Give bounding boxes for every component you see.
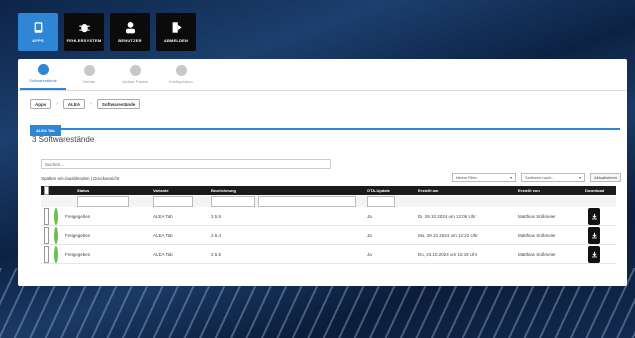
cell-created: Do, 24.10.2024 um 15:15 Uhr (418, 252, 478, 257)
page-title: 3 Softwarestände (32, 135, 95, 144)
sub-tabs: Softwarestände Geräte Update Pakete Konf… (18, 59, 627, 91)
filter-select[interactable]: Meine Filter ▾ (452, 173, 517, 182)
filter-select-value: Meine Filter (456, 175, 477, 180)
breadcrumb-softwarestaende[interactable]: Softwarestände (96, 99, 141, 109)
nav-apps-button[interactable]: APPS (18, 13, 58, 51)
gear-icon (175, 65, 187, 76)
cell-bezeichnung: 2.5.4 (211, 233, 222, 238)
user-icon (125, 22, 135, 34)
nav-abmelden-button[interactable]: ABMELDEN (156, 13, 196, 51)
bezeichnung-filter-select[interactable] (211, 196, 255, 207)
cell-status: Freigegeben (65, 214, 91, 219)
bezeichnung-filter-input[interactable] (258, 196, 356, 207)
cell-ota: Ja (367, 214, 372, 219)
download-icon[interactable] (588, 246, 600, 263)
checkbox[interactable] (44, 208, 49, 225)
breadcrumb-apps[interactable]: Apps (30, 99, 52, 109)
cell-variante: ALEA Tab (153, 233, 173, 238)
nav-benutzer-button[interactable]: BENUTZER (110, 13, 150, 51)
subtab-label: Softwarestände (29, 78, 57, 83)
col-download: Download (585, 188, 605, 193)
nav-fehlersystem-button[interactable]: FEHLERSYSTEM (64, 13, 104, 51)
subtab-konfiguration[interactable]: Konfiguration (158, 59, 204, 90)
checkbox[interactable] (44, 186, 49, 195)
chevron-down-icon: ▾ (579, 175, 582, 180)
table-header: Status Variante Bezeichnung OTA-Update E… (41, 186, 616, 195)
app-window: APPS FEHLERSYSTEM BENUTZER ABMELDEN Soft… (10, 8, 627, 330)
status-filter[interactable] (77, 196, 129, 207)
status-indicator-icon (54, 246, 58, 263)
col-ota-update[interactable]: OTA-Update (367, 186, 390, 195)
nav-fehlersystem-label: FEHLERSYSTEM (66, 38, 102, 43)
status-filter-select[interactable] (77, 196, 129, 207)
bezeichnung-filter-text[interactable] (258, 196, 356, 207)
nav-benutzer-label: BENUTZER (118, 38, 142, 43)
main-panel: Softwarestände Geräte Update Pakete Konf… (18, 59, 627, 286)
sort-select-value: Sortieren nach... (525, 175, 555, 180)
col-erstellt-am[interactable]: Erstellt am (418, 186, 438, 195)
cell-created: Mo, 28.10.2024 um 12:22 Uhr (418, 233, 478, 238)
table-row[interactable]: Freigegeben ALEA Tab 2.5.5 Ja Do, 24.10.… (41, 246, 616, 264)
breadcrumb-alea[interactable]: ALEA (62, 99, 86, 109)
variante-filter-select[interactable] (153, 196, 193, 207)
search-input[interactable]: Suchen... (41, 159, 331, 169)
cell-variante: ALEA Tab (153, 252, 173, 257)
chevron-right-icon: › (90, 101, 92, 107)
logout-icon (172, 22, 182, 33)
cell-bezeichnung: 2.5.5 (211, 252, 222, 257)
content-tabbar: ALEA Tab (30, 119, 620, 136)
variante-filter[interactable] (153, 196, 193, 207)
package-icon (129, 65, 141, 76)
cell-status: Freigegeben (65, 233, 91, 238)
col-variante[interactable]: Variante (153, 186, 169, 195)
download-icon[interactable] (588, 208, 600, 225)
cell-variante: ALEA Tab (153, 214, 173, 219)
download-icon[interactable] (588, 227, 600, 244)
col-erstellt-von[interactable]: Erstellt von (518, 186, 540, 195)
device-icon (83, 65, 95, 76)
cell-author: Matthias Süßmeier (518, 252, 556, 257)
subtab-label: Update Pakete (121, 79, 149, 84)
breadcrumb: Apps › ALEA › Softwarestände (30, 99, 141, 109)
ota-filter-select[interactable] (367, 196, 395, 207)
bezeichnung-filter-dropdown[interactable] (211, 196, 255, 207)
subtab-label: Konfiguration (169, 79, 193, 84)
cell-created: Di, 29.10.2024 um 12:06 Uhr (418, 214, 476, 219)
nav-apps-label: APPS (32, 38, 44, 43)
sort-select[interactable]: Sortieren nach... ▾ (521, 173, 586, 182)
status-indicator-icon (54, 227, 58, 244)
chevron-down-icon: ▾ (510, 175, 513, 180)
apps-icon (34, 22, 42, 33)
col-status[interactable]: Status (77, 186, 89, 195)
cell-ota: Ja (367, 233, 372, 238)
subtab-label: Geräte (82, 79, 96, 84)
nav-abmelden-label: ABMELDEN (163, 38, 189, 43)
filter-row (41, 196, 616, 207)
refresh-button[interactable]: Aktualisieren (590, 173, 621, 182)
cell-author: Matthias Süßmeier (518, 214, 556, 219)
table-row[interactable]: Freigegeben ALEA Tab 2.5.5 Ja Di, 29.10.… (41, 208, 616, 226)
cell-ota: Ja (367, 252, 372, 257)
checkbox[interactable] (44, 246, 49, 263)
cell-author: Matthias Süßmeier (518, 233, 556, 238)
top-navigation: APPS FEHLERSYSTEM BENUTZER ABMELDEN (10, 8, 627, 56)
subtab-update-pakete[interactable]: Update Pakete (112, 59, 158, 90)
subtab-softwarestaende[interactable]: Softwarestände (20, 59, 66, 90)
chevron-right-icon: › (56, 101, 58, 107)
col-bezeichnung[interactable]: Bezeichnung (211, 186, 236, 195)
table-controls: Meine Filter ▾ Sortieren nach... ▾ Aktuali… (452, 173, 621, 182)
checkbox[interactable] (44, 227, 49, 244)
cell-bezeichnung: 2.5.5 (211, 214, 222, 219)
subtab-geraete[interactable]: Geräte (66, 59, 112, 90)
status-indicator-icon (54, 208, 58, 225)
bug-icon (78, 23, 90, 33)
cell-status: Freigegeben (65, 252, 91, 257)
ota-filter[interactable] (367, 196, 395, 207)
columns-print-link[interactable]: Spalten ein-/ausblenden | Druckansicht (41, 176, 119, 181)
rocket-icon (37, 64, 49, 75)
table-row[interactable]: Freigegeben ALEA Tab 2.5.4 Ja Mo, 28.10.… (41, 227, 616, 245)
